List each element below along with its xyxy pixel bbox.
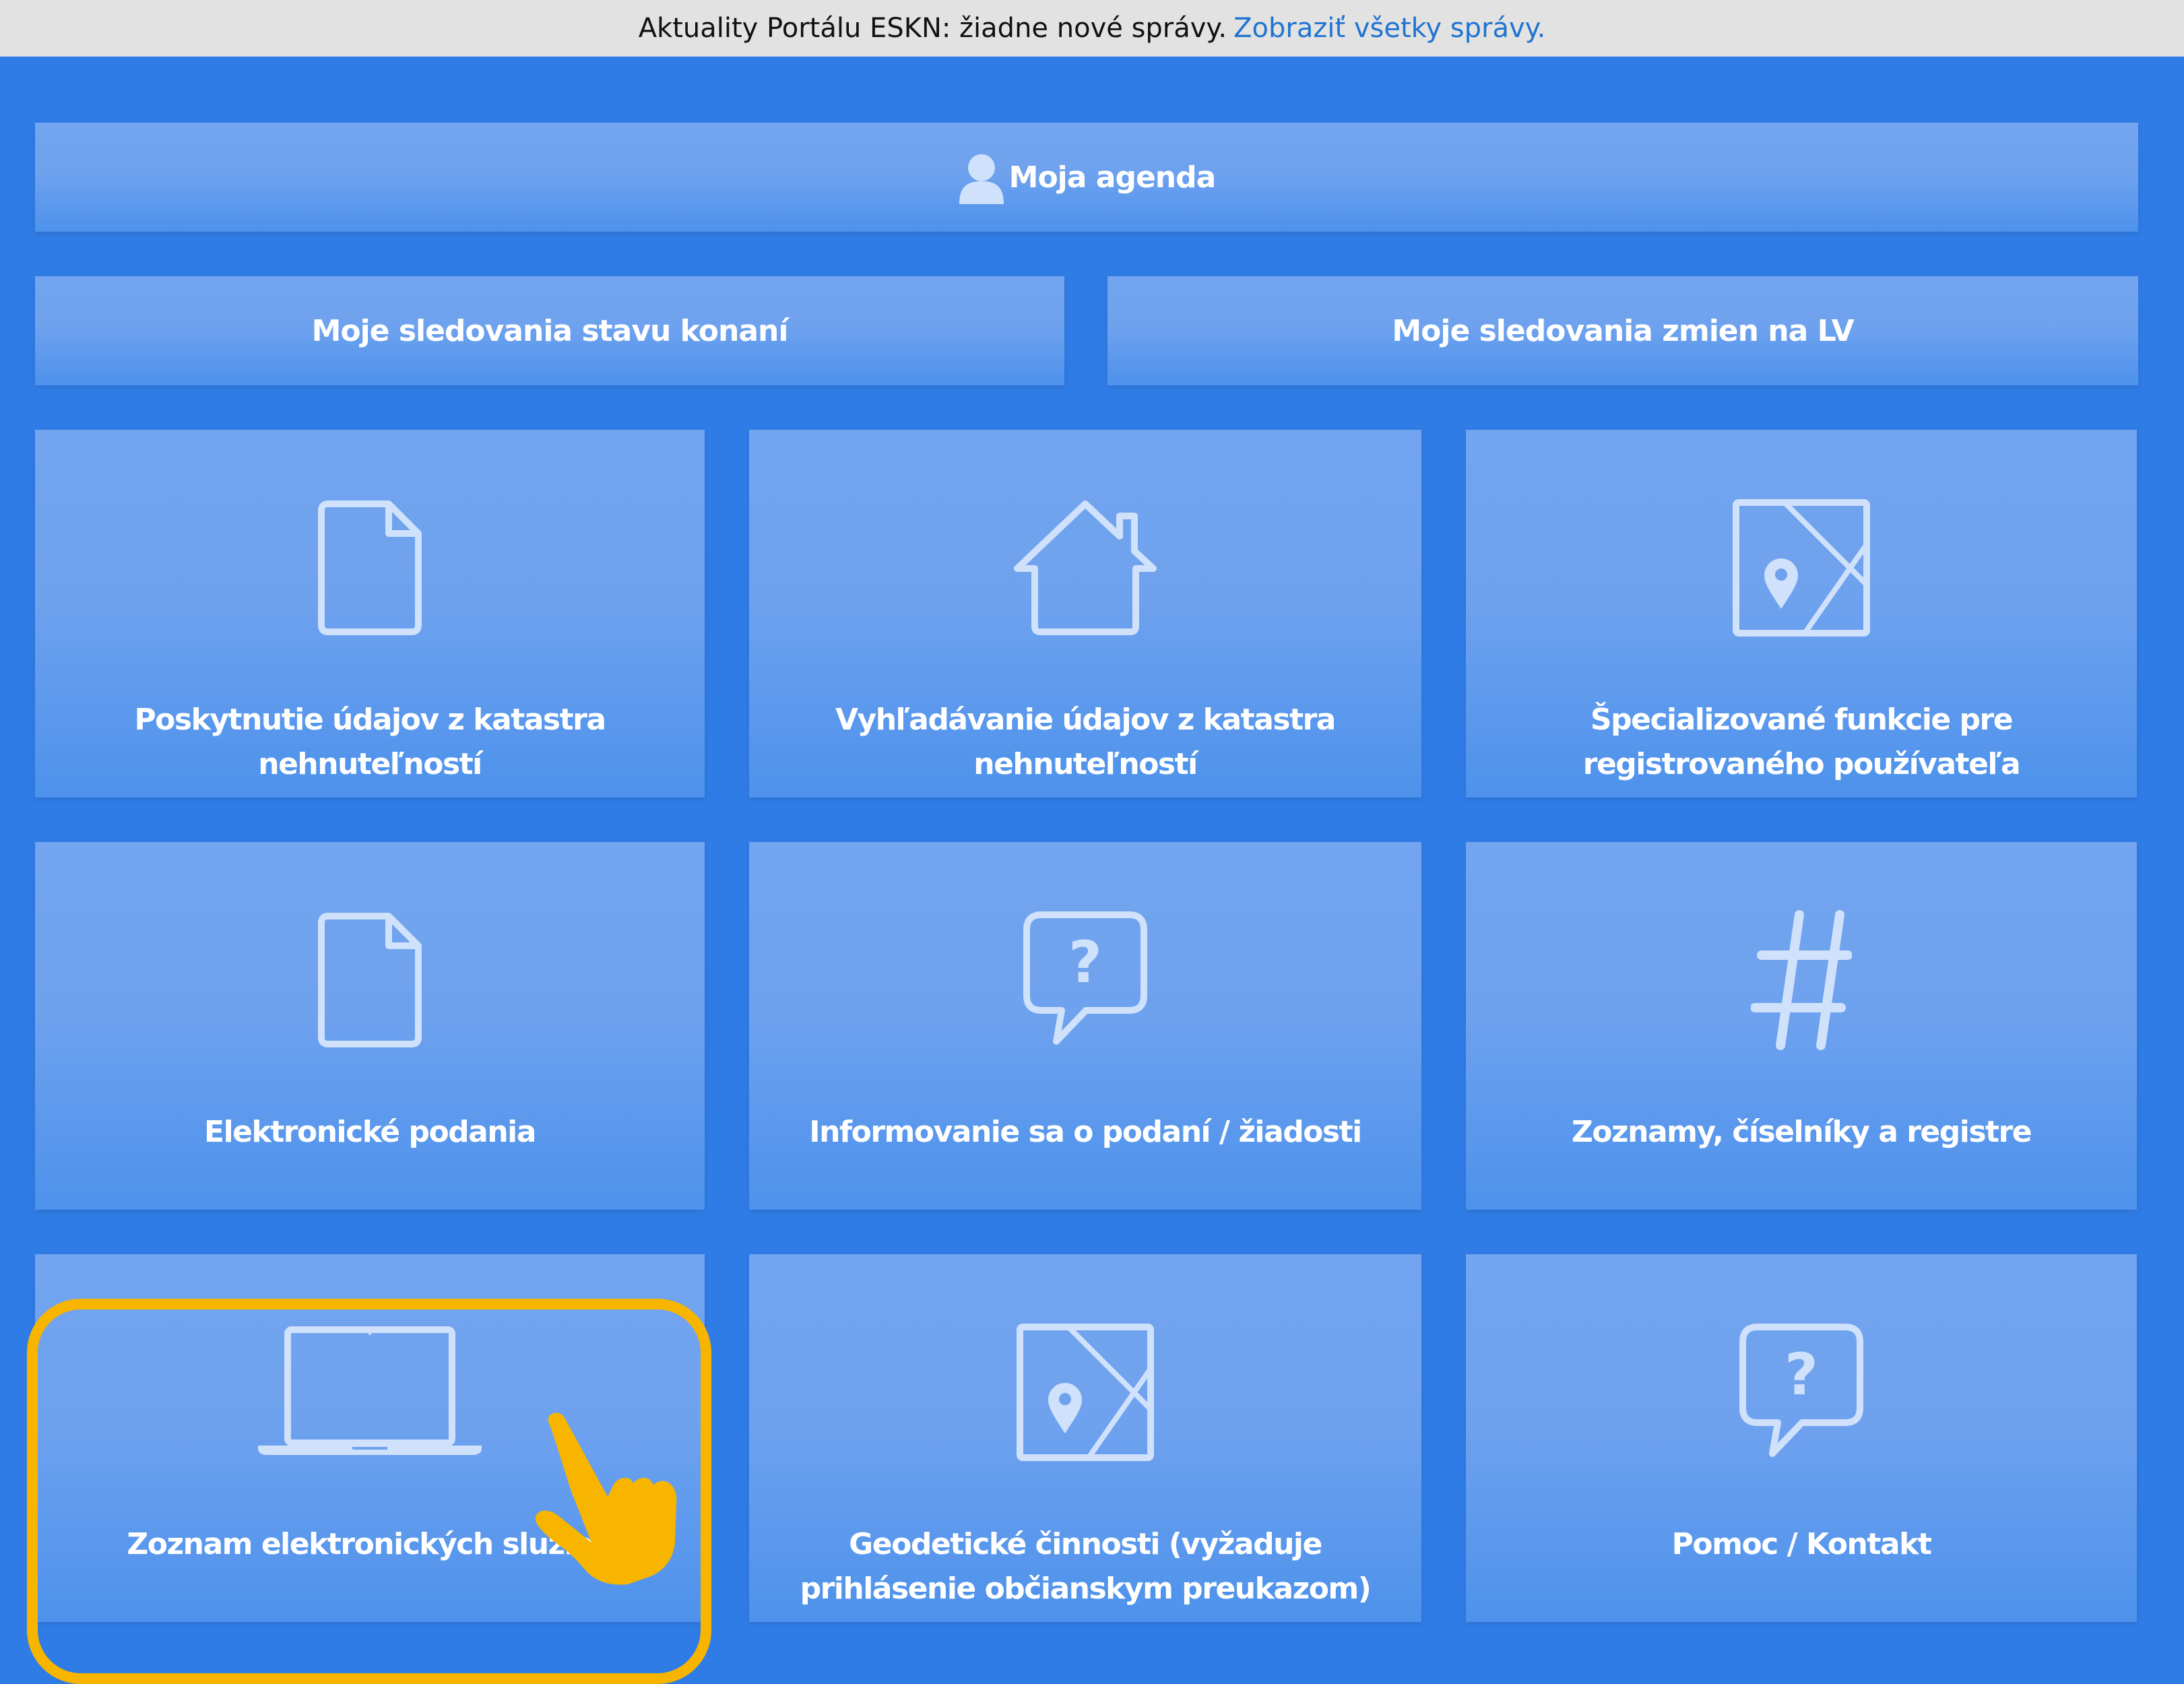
tile-electronic-submissions[interactable]: Elektronické podania [35,842,705,1210]
tile-geodetic-activities-label: Geodetické činnosti (vyžaduje prihláseni… [800,1527,1372,1606]
tile-data-search[interactable]: Vyhľadávanie údajov z katastra nehnuteľn… [749,430,1421,798]
document-icon [35,490,705,645]
my-proceedings-tracking-button[interactable]: Moje sledovania stavu konaní [35,276,1064,385]
tile-specialized-functions[interactable]: Špecializované funkcie pre registrovanéh… [1466,430,2137,798]
tile-geodetic-activities[interactable]: Geodetické činnosti (vyžaduje prihláseni… [749,1254,1421,1622]
my-agenda-label: Moja agenda [1008,160,1217,195]
main-menu: Moja agenda Moje sledovania stavu konaní… [0,57,2184,1684]
news-text: Aktuality Portálu ESKN: žiadne nové sprá… [638,13,1227,44]
tile-help-contact-label: Pomoc / Kontakt [1671,1527,1932,1561]
svg-text:?: ? [1785,1341,1818,1408]
tile-submission-status[interactable]: ? Informovanie sa o podaní / žiadosti [749,842,1421,1210]
tile-electronic-submissions-label: Elektronické podania [204,1115,536,1149]
house-icon [749,490,1421,645]
pointing-hand-icon [532,1411,687,1588]
tile-lists-registers-label: Zoznamy, číselníky a registre [1571,1115,2032,1149]
question-bubble-icon: ? [1466,1315,2137,1470]
map-pin-icon [749,1315,1421,1470]
map-pin-icon [1466,490,2137,645]
user-icon [959,154,1004,204]
my-proceedings-tracking-label: Moje sledovania stavu konaní [311,313,789,348]
news-bar: Aktuality Portálu ESKN: žiadne nové sprá… [0,0,2184,57]
svg-text:?: ? [1068,929,1102,996]
hashtag-icon [1466,903,2137,1058]
tile-help-contact[interactable]: ? Pomoc / Kontakt [1466,1254,2137,1622]
tile-lists-registers[interactable]: Zoznamy, číselníky a registre [1466,842,2137,1210]
tile-submission-status-label: Informovanie sa o podaní / žiadosti [809,1115,1362,1149]
my-lv-changes-tracking-button[interactable]: Moje sledovania zmien na LV [1107,276,2138,385]
tile-specialized-functions-label: Špecializované funkcie pre registrovanéh… [1582,703,2021,781]
tile-data-provision-label: Poskytnutie údajov z katastra nehnuteľno… [134,703,606,781]
my-lv-changes-tracking-label: Moje sledovania zmien na LV [1392,313,1854,348]
question-bubble-icon: ? [749,903,1421,1058]
show-all-news-link[interactable]: Zobraziť všetky správy. [1233,13,1545,44]
tile-data-search-label: Vyhľadávanie údajov z katastra nehnuteľn… [835,703,1337,781]
document-icon [35,903,705,1058]
tile-data-provision[interactable]: Poskytnutie údajov z katastra nehnuteľno… [35,430,705,798]
my-agenda-button[interactable]: Moja agenda [35,123,2138,232]
